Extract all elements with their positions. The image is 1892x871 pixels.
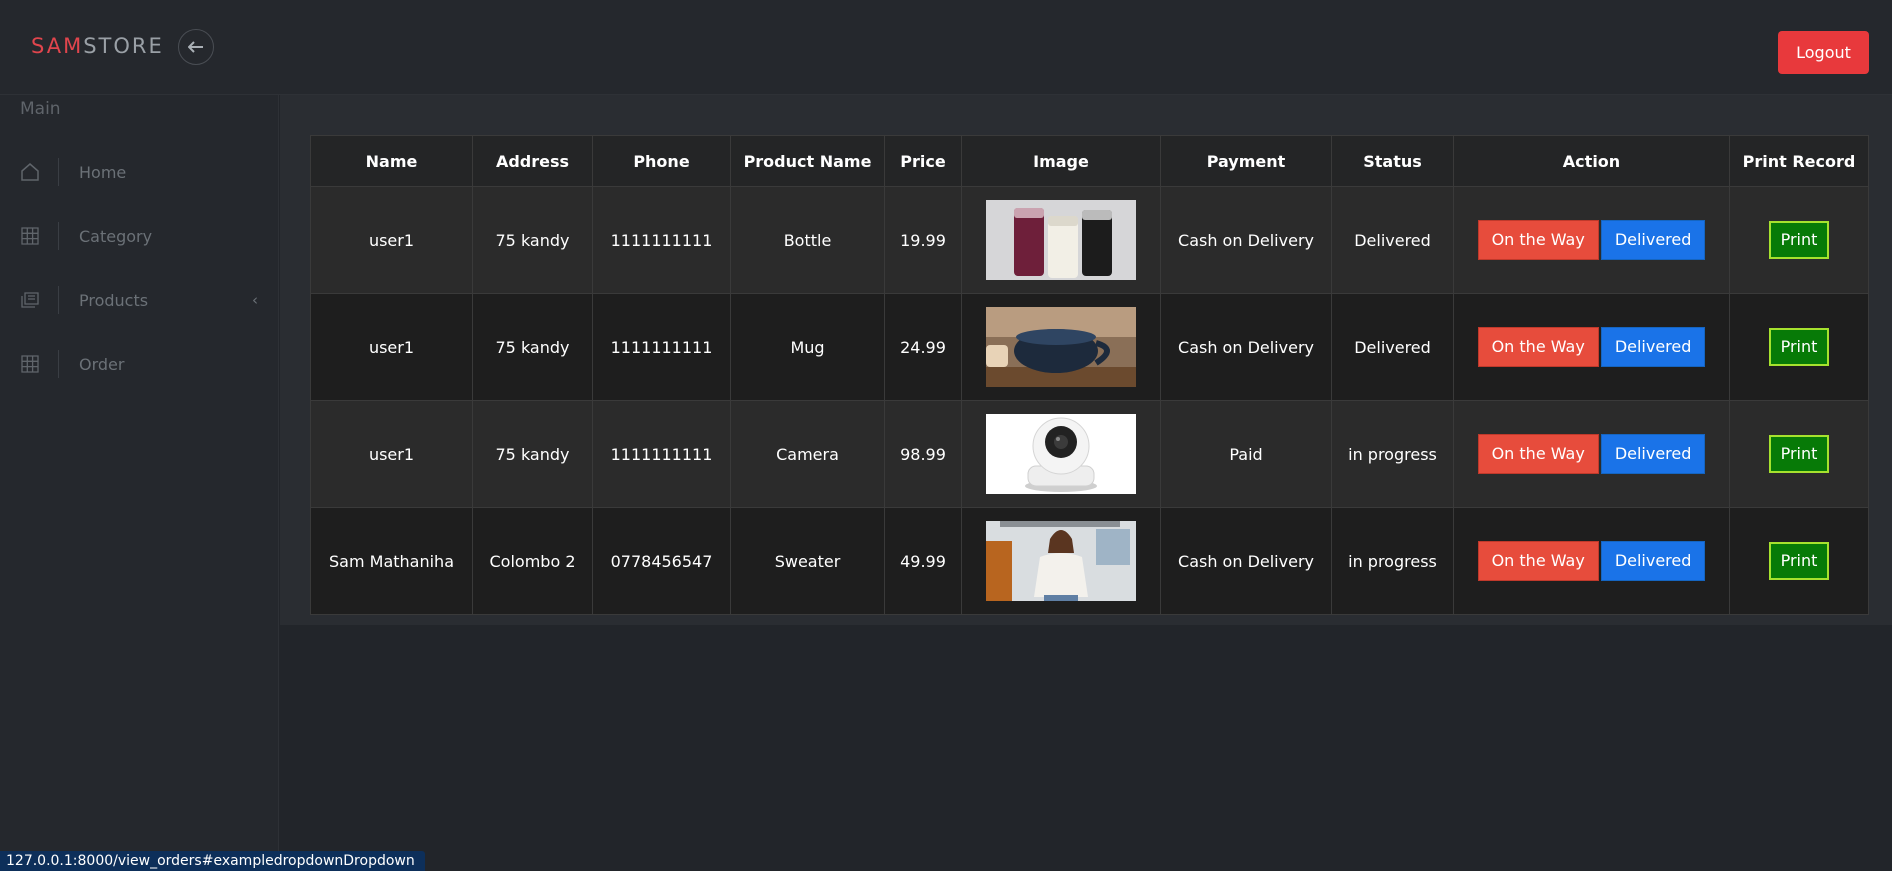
delivered-button[interactable]: Delivered	[1600, 541, 1706, 581]
sidebar-item-label: Order	[79, 354, 125, 374]
divider	[58, 222, 59, 250]
column-header: Phone	[592, 135, 731, 187]
back-arrow-button[interactable]	[178, 29, 214, 65]
cell-payment: Cash on Delivery	[1160, 186, 1332, 294]
divider	[58, 286, 59, 314]
sidebar-item-order[interactable]: Order	[0, 342, 278, 386]
brand-logo-store: STORE	[83, 34, 164, 58]
column-header: Action	[1453, 135, 1730, 187]
cell-product: Bottle	[730, 186, 885, 294]
divider	[58, 350, 59, 378]
grid-icon	[20, 226, 40, 246]
column-header: Status	[1331, 135, 1454, 187]
sidebar-item-label: Products	[79, 290, 149, 310]
table-header-row: Name Address Phone Product Name Price Im…	[310, 135, 1869, 187]
cell-address: 75 kandy	[472, 186, 593, 294]
cell-payment: Cash on Delivery	[1160, 293, 1332, 401]
arrow-left-icon	[188, 41, 203, 53]
cell-action: On the Way Delivered	[1453, 400, 1730, 508]
cell-status: Delivered	[1331, 293, 1454, 401]
cell-image	[961, 293, 1161, 401]
grid-icon	[20, 354, 40, 374]
browser-status-url: 127.0.0.1:8000/view_orders#exampledropdo…	[0, 851, 425, 871]
divider	[58, 158, 59, 186]
layers-icon	[20, 290, 40, 310]
cell-status: Delivered	[1331, 186, 1454, 294]
column-header: Image	[961, 135, 1161, 187]
cell-print: Print	[1729, 400, 1869, 508]
table-row: user1 75 kandy 1111111111 Bottle 19.99 C…	[310, 186, 1869, 294]
chevron-left-icon[interactable]: ‹	[252, 291, 258, 309]
cell-address: 75 kandy	[472, 293, 593, 401]
sidebar-item-products[interactable]: Products ‹	[0, 278, 278, 322]
sidebar: Main Home Category Products ‹ Order	[0, 95, 279, 871]
delivered-button[interactable]: Delivered	[1600, 434, 1706, 474]
cell-action: On the Way Delivered	[1453, 186, 1730, 294]
cell-phone: 1111111111	[592, 186, 731, 294]
cell-payment: Paid	[1160, 400, 1332, 508]
print-button[interactable]: Print	[1769, 328, 1829, 366]
cell-image	[961, 400, 1161, 508]
product-image-bottle	[986, 200, 1136, 280]
on-the-way-button[interactable]: On the Way	[1477, 327, 1599, 367]
column-header: Product Name	[730, 135, 885, 187]
cell-action: On the Way Delivered	[1453, 293, 1730, 401]
on-the-way-button[interactable]: On the Way	[1477, 541, 1599, 581]
column-header: Name	[310, 135, 473, 187]
cell-name: Sam Mathaniha	[310, 507, 473, 615]
cell-status: in progress	[1331, 400, 1454, 508]
logout-button[interactable]: Logout	[1778, 31, 1869, 74]
brand-logo-sam: SAM	[31, 34, 84, 58]
cell-product: Camera	[730, 400, 885, 508]
delivered-button[interactable]: Delivered	[1600, 327, 1706, 367]
cell-phone: 0778456547	[592, 507, 731, 615]
cell-name: user1	[310, 293, 473, 401]
cell-print: Print	[1729, 507, 1869, 615]
brand-logo[interactable]: SAMSTORE	[31, 34, 164, 58]
column-header: Price	[884, 135, 962, 187]
print-button[interactable]: Print	[1769, 435, 1829, 473]
sidebar-item-home[interactable]: Home	[0, 150, 278, 194]
cell-price: 19.99	[884, 186, 962, 294]
cell-print: Print	[1729, 186, 1869, 294]
cell-status: in progress	[1331, 507, 1454, 615]
cell-print: Print	[1729, 293, 1869, 401]
cell-product: Mug	[730, 293, 885, 401]
cell-price: 24.99	[884, 293, 962, 401]
print-button[interactable]: Print	[1769, 542, 1829, 580]
cell-address: 75 kandy	[472, 400, 593, 508]
orders-table: Name Address Phone Product Name Price Im…	[310, 135, 1869, 615]
product-image-mug	[986, 307, 1136, 387]
cell-phone: 1111111111	[592, 293, 731, 401]
column-header: Address	[472, 135, 593, 187]
top-header: SAMSTORE Logout	[0, 0, 1892, 95]
sidebar-heading: Main	[20, 99, 61, 119]
cell-payment: Cash on Delivery	[1160, 507, 1332, 615]
table-row: Sam Mathaniha Colombo 2 0778456547 Sweat…	[310, 507, 1869, 615]
cell-price: 49.99	[884, 507, 962, 615]
sidebar-item-label: Category	[79, 226, 153, 246]
cell-product: Sweater	[730, 507, 885, 615]
table-row: user1 75 kandy 1111111111 Camera 98.99 P…	[310, 400, 1869, 508]
on-the-way-button[interactable]: On the Way	[1477, 434, 1599, 474]
product-image-sweater	[986, 521, 1136, 601]
cell-image	[961, 507, 1161, 615]
column-header: Payment	[1160, 135, 1332, 187]
cell-image	[961, 186, 1161, 294]
product-image-camera	[986, 414, 1136, 494]
delivered-button[interactable]: Delivered	[1600, 220, 1706, 260]
cell-action: On the Way Delivered	[1453, 507, 1730, 615]
home-icon	[20, 162, 40, 182]
print-button[interactable]: Print	[1769, 221, 1829, 259]
sidebar-item-label: Home	[79, 162, 127, 182]
cell-name: user1	[310, 400, 473, 508]
cell-phone: 1111111111	[592, 400, 731, 508]
sidebar-item-category[interactable]: Category	[0, 214, 278, 258]
cell-address: Colombo 2	[472, 507, 593, 615]
on-the-way-button[interactable]: On the Way	[1477, 220, 1599, 260]
cell-price: 98.99	[884, 400, 962, 508]
column-header: Print Record	[1729, 135, 1869, 187]
cell-name: user1	[310, 186, 473, 294]
table-row: user1 75 kandy 1111111111 Mug 24.99 Cash…	[310, 293, 1869, 401]
